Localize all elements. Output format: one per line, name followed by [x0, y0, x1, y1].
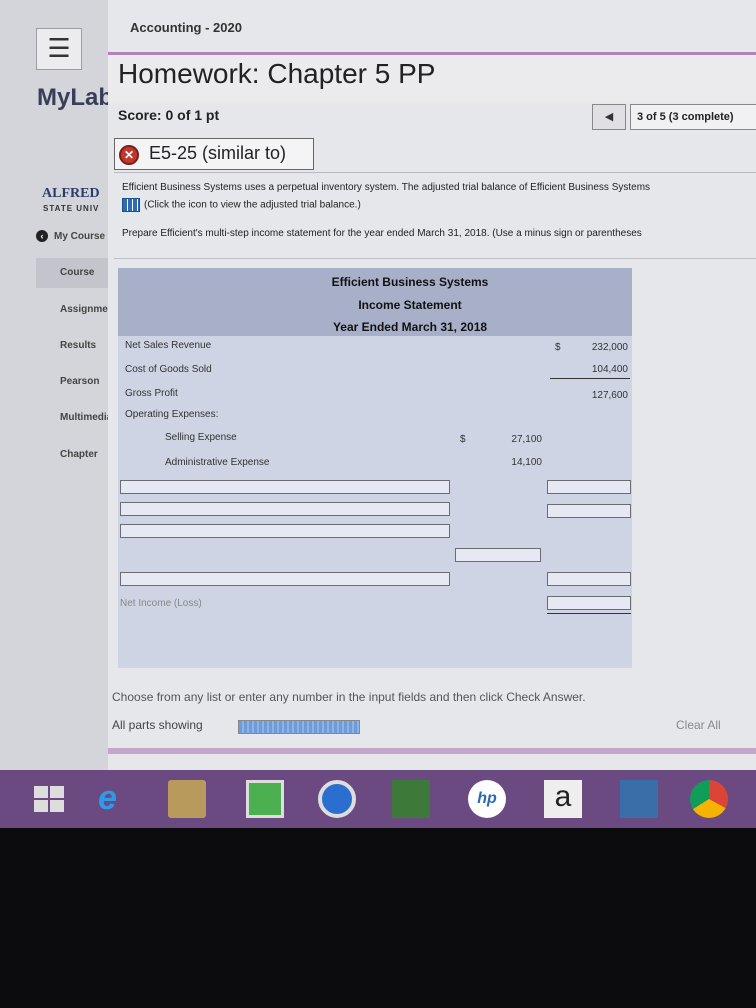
gross-profit-value: 127,600: [591, 390, 628, 401]
amount-input-expense-total[interactable]: [455, 548, 541, 562]
previous-question-button[interactable]: ◀: [592, 104, 626, 130]
parts-showing-label: All parts showing: [112, 718, 203, 732]
sidebar-item-assignments[interactable]: Assignments: [36, 295, 123, 325]
sidebar-item-course[interactable]: Course: [36, 258, 108, 288]
screen: ☰ MyLab ALFRED STATE UNIV ‹ My Course Cou…: [0, 0, 756, 770]
question-selector[interactable]: 3 of 5 (3 complete): [630, 104, 756, 130]
file-explorer-icon[interactable]: [168, 780, 206, 818]
amount-input-3[interactable]: [547, 572, 631, 586]
photos-icon[interactable]: [620, 780, 658, 818]
statement-period: Year Ended March 31, 2018: [332, 320, 488, 334]
instruction-text: Choose from any list or enter any number…: [112, 690, 586, 704]
question-text-line1: Efficient Business Systems uses a perpet…: [122, 182, 651, 193]
account-select-3[interactable]: [120, 524, 450, 538]
my-course-link[interactable]: ‹ My Course: [36, 230, 108, 250]
hp-icon[interactable]: hp: [468, 780, 506, 818]
selling-expense-label: Selling Expense: [165, 432, 237, 443]
statement-title: Income Statement: [358, 298, 462, 312]
app-logo: MyLab: [37, 84, 114, 111]
double-underline: [547, 613, 631, 614]
gross-profit-label: Gross Profit: [125, 388, 178, 399]
divider: [114, 258, 756, 259]
income-statement: Efficient Business Systems Income Statem…: [118, 268, 632, 668]
data-table-icon[interactable]: [122, 198, 140, 212]
amount-input-1[interactable]: [547, 480, 631, 494]
amazon-icon[interactable]: a: [544, 780, 582, 818]
hamburger-menu-icon[interactable]: ☰: [36, 28, 82, 70]
question-label-box: ✕ E5-25 (similar to): [114, 138, 314, 170]
media-player-icon[interactable]: [318, 780, 356, 818]
taskbar: e hp a: [0, 770, 756, 828]
selling-expense-value: 27,100: [511, 434, 542, 445]
homework-title: Homework: Chapter 5 PP: [118, 58, 436, 89]
question-label: E5-25 (similar to): [149, 143, 287, 163]
question-pager: ◀ 3 of 5 (3 complete): [592, 104, 756, 130]
progress-bar: [238, 720, 360, 734]
collapse-icon: ‹: [36, 230, 48, 242]
account-select-4[interactable]: [120, 572, 450, 586]
amount-input-2[interactable]: [547, 504, 631, 518]
cogs-label: Cost of Goods Sold: [125, 364, 212, 375]
store-icon[interactable]: [246, 780, 284, 818]
university-logo: ALFRED: [42, 186, 100, 201]
left-sidebar: ☰ MyLab ALFRED STATE UNIV ‹ My Course Cou…: [0, 0, 123, 770]
click-icon-text: (Click the icon to view the adjusted tri…: [144, 199, 361, 211]
sidebar-item-multimedia[interactable]: Multimedia: [36, 403, 112, 433]
operating-expenses-label: Operating Expenses:: [125, 409, 219, 420]
internet-explorer-icon[interactable]: e: [98, 780, 136, 818]
account-select-2[interactable]: [120, 502, 450, 516]
progress-fill: [239, 721, 359, 733]
net-sales-label: Net Sales Revenue: [125, 340, 212, 351]
sidebar-item-pearson[interactable]: Pearson: [36, 367, 108, 397]
university-logo-sub: STATE UNIV: [43, 204, 100, 213]
account-select-1[interactable]: [120, 480, 450, 494]
company-name: Efficient Business Systems: [331, 275, 489, 289]
sidebar-item-chapter[interactable]: Chapter: [36, 440, 108, 470]
background-surface: [0, 828, 756, 1008]
games-icon[interactable]: [392, 780, 430, 818]
windows-start-icon[interactable]: [34, 786, 66, 814]
bottom-border: [108, 748, 756, 754]
statement-header: Efficient Business Systems Income Statem…: [118, 268, 632, 336]
course-title: Accounting - 2020: [130, 20, 242, 35]
score-text: Score: 0 of 1 pt: [118, 107, 220, 123]
net-sales-value: 232,000: [591, 342, 628, 353]
administrative-expense-value: 14,100: [511, 457, 542, 468]
question-bar: ✕ E5-25 (similar to): [114, 136, 756, 173]
cogs-value: 104,400: [591, 364, 628, 375]
sidebar-item-results[interactable]: Results: [36, 331, 108, 361]
chrome-icon[interactable]: [690, 780, 728, 818]
administrative-expense-label: Administrative Expense: [165, 457, 270, 468]
question-text-line3: Prepare Efficient's multi-step income st…: [122, 228, 642, 239]
subtotal-underline: [550, 378, 630, 379]
x-circle-icon: ✕: [119, 145, 139, 165]
question-text-line2: (Click the icon to view the adjusted tri…: [122, 198, 361, 212]
amount-input-net-income[interactable]: [547, 596, 631, 610]
net-income-label: Net Income (Loss): [120, 598, 202, 609]
my-course-label: My Course: [54, 231, 106, 242]
clear-all-button[interactable]: Clear All: [676, 718, 721, 732]
